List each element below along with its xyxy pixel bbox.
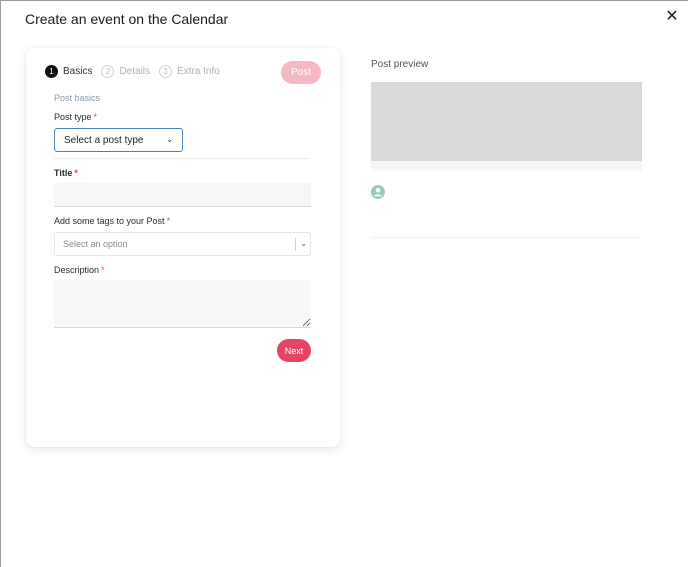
post-type-value: Select a post type [64, 134, 144, 146]
step-number: 3 [159, 65, 173, 78]
tags-label: Add some tags to your Post * [54, 216, 170, 226]
preview-strip [371, 161, 642, 171]
step-extra-info[interactable]: 3 Extra Info [159, 65, 220, 78]
preview-label: Post preview [371, 59, 429, 70]
step-basics[interactable]: 1 Basics [45, 65, 92, 78]
title-label: Title * [54, 168, 78, 178]
user-avatar-icon [371, 185, 385, 199]
step-number: 2 [101, 65, 115, 78]
modal-title: Create an event on the Calendar [25, 11, 229, 27]
step-details[interactable]: 2 Details [101, 65, 150, 78]
required-marker: * [101, 265, 105, 275]
description-textarea[interactable] [54, 280, 311, 328]
modal-dialog: Create an event on the Calendar ✕ 1 Basi… [0, 0, 688, 567]
tags-select[interactable]: Select an option ⌄ [54, 232, 311, 256]
divider [54, 158, 310, 159]
close-icon: ✕ [665, 8, 679, 25]
tags-placeholder: Select an option [63, 239, 128, 249]
label-text: Add some tags to your Post [54, 216, 165, 226]
step-number: 1 [45, 65, 58, 78]
preview-image-placeholder [371, 82, 642, 161]
description-label: Description * [54, 265, 105, 275]
required-marker: * [93, 112, 98, 122]
title-input[interactable] [54, 183, 311, 207]
label-text: Description [54, 265, 100, 275]
label-text: Post type [54, 112, 92, 122]
form-card: 1 Basics 2 Details 3 Extra Info Post Pos… [26, 48, 340, 447]
required-marker: * [74, 168, 78, 178]
label-text: Title [54, 168, 73, 178]
step-label: Details [119, 66, 151, 77]
post-button[interactable]: Post [281, 61, 321, 84]
next-button[interactable]: Next [277, 339, 311, 362]
step-label: Extra Info [177, 66, 220, 77]
post-type-label: Post type * [54, 112, 97, 122]
section-label: Post basics [54, 93, 101, 103]
chevron-down-icon: ⌄ [166, 135, 173, 144]
chevron-down-icon[interactable]: ⌄ [300, 239, 307, 248]
preview-divider [371, 237, 642, 238]
stepper: 1 Basics 2 Details 3 Extra Info [45, 65, 229, 78]
close-button[interactable]: ✕ [663, 7, 681, 25]
select-separator [295, 238, 296, 251]
post-type-select[interactable]: Select a post type ⌄ [54, 128, 183, 152]
step-label: Basics [63, 66, 93, 77]
required-marker: * [166, 216, 171, 226]
